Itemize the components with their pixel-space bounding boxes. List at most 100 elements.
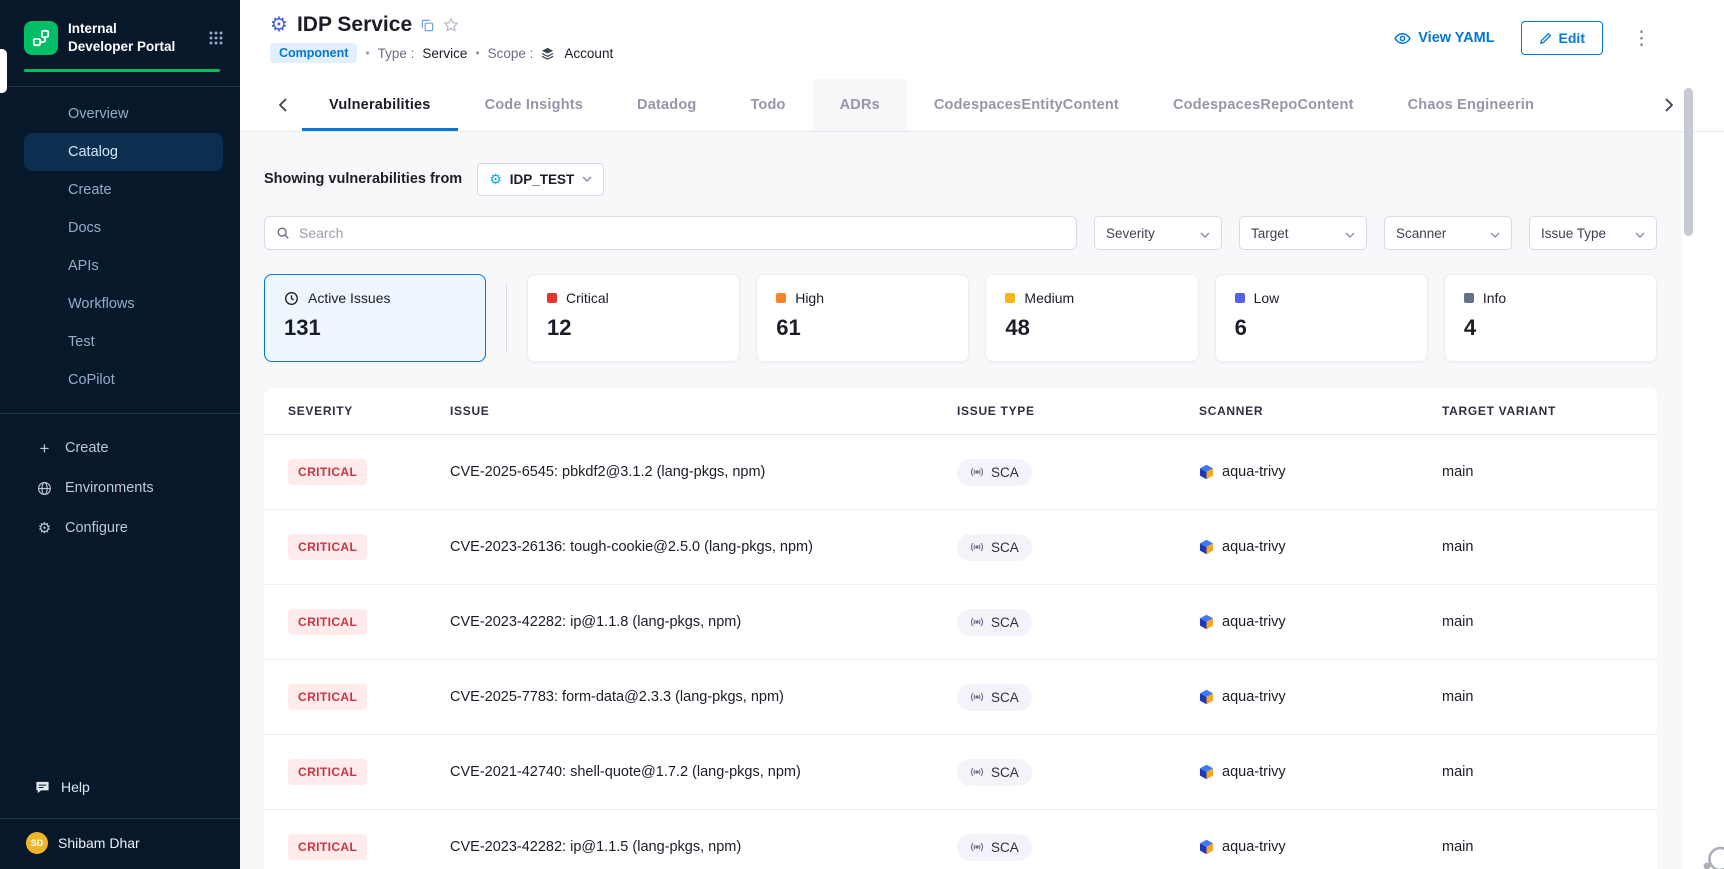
app-root: Internal Developer Portal OverviewCatalo… xyxy=(0,0,1724,869)
type-label: Type : xyxy=(378,46,415,61)
stat-label: High xyxy=(795,290,824,306)
chevron-down-icon xyxy=(582,176,592,182)
search-input[interactable] xyxy=(299,225,1065,241)
target-filter-select[interactable]: Target xyxy=(1239,216,1367,250)
entity-header-left: ⚙ IDP Service Component • Type : Service… xyxy=(270,13,613,79)
sidebar-action-label: Environments xyxy=(65,480,154,496)
help-label: Help xyxy=(61,779,90,795)
stat-card-medium[interactable]: Medium48 xyxy=(985,274,1198,362)
tab-adrs[interactable]: ADRs xyxy=(813,79,907,131)
table-row[interactable]: CRITICALCVE-2025-6545: pbkdf2@3.1.2 (lan… xyxy=(264,435,1657,510)
stat-value: 6 xyxy=(1235,315,1408,341)
filter-label: Severity xyxy=(1106,226,1155,241)
stats-divider xyxy=(506,284,507,352)
sidebar-action-label: Create xyxy=(65,440,109,456)
stat-value: 4 xyxy=(1464,315,1637,341)
tab-datadog[interactable]: Datadog xyxy=(610,79,723,131)
eye-icon xyxy=(1394,32,1411,45)
sidebar-item-copilot[interactable]: CoPilot xyxy=(24,361,223,399)
more-options-icon[interactable]: ⋮ xyxy=(1629,27,1654,50)
aqua-trivy-icon xyxy=(1199,689,1214,705)
tab-codespacesentitycontent[interactable]: CodespacesEntityContent xyxy=(907,79,1146,131)
stat-card-high[interactable]: High61 xyxy=(756,274,969,362)
tabs-scroll-left-icon[interactable] xyxy=(268,79,298,131)
issue-title: CVE-2021-42740: shell-quote@1.7.2 (lang-… xyxy=(450,764,957,780)
search-box xyxy=(264,216,1077,250)
sidebar-divider xyxy=(0,413,240,414)
sidebar-item-workflows[interactable]: Workflows xyxy=(24,285,223,323)
sidebar-action-create[interactable]: +Create xyxy=(0,428,240,468)
sidebar-action-configure[interactable]: ⚙Configure xyxy=(0,508,240,548)
help-button[interactable]: Help xyxy=(0,768,240,806)
edit-button[interactable]: Edit xyxy=(1521,21,1603,55)
vulnerabilities-panel: Showing vulnerabilities from ⚙ IDP_TEST … xyxy=(264,132,1657,869)
entity-header-right: View YAML Edit ⋮ xyxy=(1394,21,1654,55)
table-row[interactable]: CRITICALCVE-2021-42740: shell-quote@1.7.… xyxy=(264,735,1657,810)
issue-type-pill: SCA xyxy=(957,759,1032,786)
pipeline-glyph-icon xyxy=(32,29,50,47)
project-select[interactable]: ⚙ IDP_TEST xyxy=(477,163,604,196)
severity-badge: CRITICAL xyxy=(288,459,367,485)
tab-codespacesrepocontent[interactable]: CodespacesRepoContent xyxy=(1146,79,1381,131)
stat-card-low[interactable]: Low6 xyxy=(1215,274,1428,362)
filter-label: Target xyxy=(1251,226,1289,241)
high-color-swatch xyxy=(776,293,786,303)
sca-scan-icon xyxy=(970,690,984,704)
apps-grid-icon[interactable] xyxy=(208,30,224,46)
stat-card-info[interactable]: Info4 xyxy=(1444,274,1657,362)
issue-type-filter-select[interactable]: Issue Type xyxy=(1529,216,1657,250)
table-row[interactable]: CRITICAL CVE-2023-26136: tough-cookie@2.5… xyxy=(264,510,1657,585)
sidebar-action-environments[interactable]: Environments xyxy=(0,468,240,508)
scanner-name: aqua-trivy xyxy=(1222,539,1286,555)
tab-vulnerabilities[interactable]: Vulnerabilities xyxy=(302,79,458,131)
feedback-widget-icon[interactable] xyxy=(1697,839,1724,869)
scanner-filter-select[interactable]: Scanner xyxy=(1384,216,1512,250)
sca-scan-icon xyxy=(970,465,984,479)
view-yaml-button[interactable]: View YAML xyxy=(1394,30,1494,46)
vertical-scrollbar[interactable] xyxy=(1684,88,1693,236)
copy-icon[interactable] xyxy=(421,19,434,32)
entity-header: ⚙ IDP Service Component • Type : Service… xyxy=(240,0,1724,79)
scrollbar-gutter xyxy=(1682,132,1724,869)
star-icon[interactable] xyxy=(443,17,459,33)
stat-card-critical[interactable]: Critical12 xyxy=(527,274,740,362)
stat-value: 48 xyxy=(1005,315,1178,341)
sidebar-item-apis[interactable]: APIs xyxy=(24,247,223,285)
table-row[interactable]: CRITICALCVE-2025-7783: form-data@2.3.3 (… xyxy=(264,660,1657,735)
table-row[interactable]: CRITICALCVE-2023-42282: ip@1.1.5 (lang-p… xyxy=(264,810,1657,869)
portal-title: Internal Developer Portal xyxy=(68,20,180,55)
tabs-scroll-right-icon[interactable] xyxy=(1654,79,1684,131)
aqua-trivy-icon xyxy=(1199,539,1214,555)
sidebar-notch xyxy=(0,49,7,93)
sidebar-item-create[interactable]: Create xyxy=(24,171,223,209)
tab-todo[interactable]: Todo xyxy=(723,79,812,131)
filter-label: Scanner xyxy=(1396,226,1446,241)
portal-logo[interactable] xyxy=(24,21,58,55)
issue-type-label: SCA xyxy=(991,615,1019,630)
issue-type-label: SCA xyxy=(991,465,1019,480)
issue-type-pill: SCA xyxy=(957,684,1032,711)
sidebar-nav: OverviewCatalogCreateDocsAPIsWorkflowsTe… xyxy=(0,95,240,399)
tab-code-insights[interactable]: Code Insights xyxy=(458,79,610,131)
severity-badge: CRITICAL xyxy=(288,534,367,560)
stat-card-active-issues[interactable]: Active Issues131 xyxy=(264,274,486,362)
medium-color-swatch xyxy=(1005,293,1015,303)
gear-icon: ⚙ xyxy=(36,521,53,536)
issue-type-pill: SCA xyxy=(957,534,1032,561)
scope-label: Scope : xyxy=(488,46,534,61)
target-variant: main xyxy=(1442,689,1657,705)
sidebar-item-test[interactable]: Test xyxy=(24,323,223,361)
user-menu[interactable]: SD Shibam Dhar xyxy=(0,818,240,869)
table-header-row: SEVERITYISSUEISSUE TYPESCANNERTARGET VAR… xyxy=(264,388,1657,435)
sidebar-item-overview[interactable]: Overview xyxy=(24,95,223,133)
aqua-trivy-icon xyxy=(1199,764,1214,780)
chevron-down-icon xyxy=(1345,226,1355,241)
issue-title: CVE-2023-26136: tough-cookie@2.5.0 (lang… xyxy=(450,539,957,555)
severity-filter-select[interactable]: Severity xyxy=(1094,216,1222,250)
critical-color-swatch xyxy=(547,293,557,303)
table-row[interactable]: CRITICALCVE-2023-42282: ip@1.1.8 (lang-p… xyxy=(264,585,1657,660)
sidebar-item-docs[interactable]: Docs xyxy=(24,209,223,247)
tab-chaos-engineerin[interactable]: Chaos Engineerin xyxy=(1381,79,1561,131)
project-select-value: IDP_TEST xyxy=(510,172,575,187)
sidebar-item-catalog[interactable]: Catalog xyxy=(24,133,223,171)
